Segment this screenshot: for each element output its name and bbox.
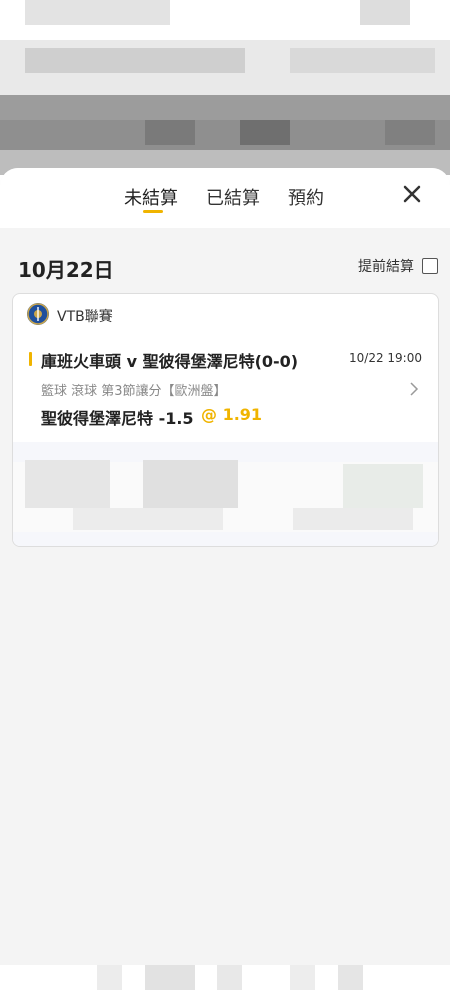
early-settle-checkbox[interactable] bbox=[422, 258, 438, 274]
close-icon bbox=[403, 185, 421, 203]
bet-accent-bar bbox=[29, 352, 32, 366]
tab-reserved[interactable]: 預約 bbox=[288, 184, 324, 210]
bottom-nav-blurred bbox=[0, 965, 450, 1000]
match-time: 10/22 19:00 bbox=[349, 351, 422, 365]
tabs-bar: 未結算 已結算 預約 bbox=[0, 168, 450, 228]
active-tab-indicator bbox=[143, 210, 163, 213]
bet-market: 籃球 滾球 第3節讓分【歐洲盤】 bbox=[41, 384, 227, 399]
chevron-right-icon[interactable] bbox=[408, 380, 420, 398]
tab-unsettled[interactable]: 未結算 bbox=[124, 184, 178, 210]
bet-slip-sheet: 未結算 已結算 預約 10月22日 提前結算 VTB聯賽 庫班火車頭 v 聖彼得… bbox=[0, 168, 450, 965]
date-header: 10月22日 bbox=[18, 258, 114, 282]
early-settle-toggle[interactable]: 提前結算 bbox=[358, 256, 438, 276]
blurred-background bbox=[0, 0, 450, 175]
date-row: 10月22日 提前結算 bbox=[0, 228, 450, 288]
bet-card[interactable]: VTB聯賽 庫班火車頭 v 聖彼得堡澤尼特(0-0) 10/22 19:00 籃… bbox=[12, 293, 439, 547]
close-button[interactable] bbox=[400, 182, 424, 206]
bet-selection: 聖彼得堡澤尼特 -1.5 bbox=[41, 409, 194, 428]
bet-odds: @ 1.91 bbox=[201, 405, 263, 424]
basketball-league-icon bbox=[27, 303, 49, 325]
match-title: 庫班火車頭 v 聖彼得堡澤尼特(0-0) bbox=[41, 352, 299, 371]
blurred-card-footer bbox=[13, 442, 438, 546]
early-settle-label: 提前結算 bbox=[358, 259, 414, 275]
league-row: VTB聯賽 bbox=[13, 294, 438, 334]
league-name: VTB聯賽 bbox=[57, 309, 113, 325]
tab-settled[interactable]: 已結算 bbox=[206, 184, 260, 210]
